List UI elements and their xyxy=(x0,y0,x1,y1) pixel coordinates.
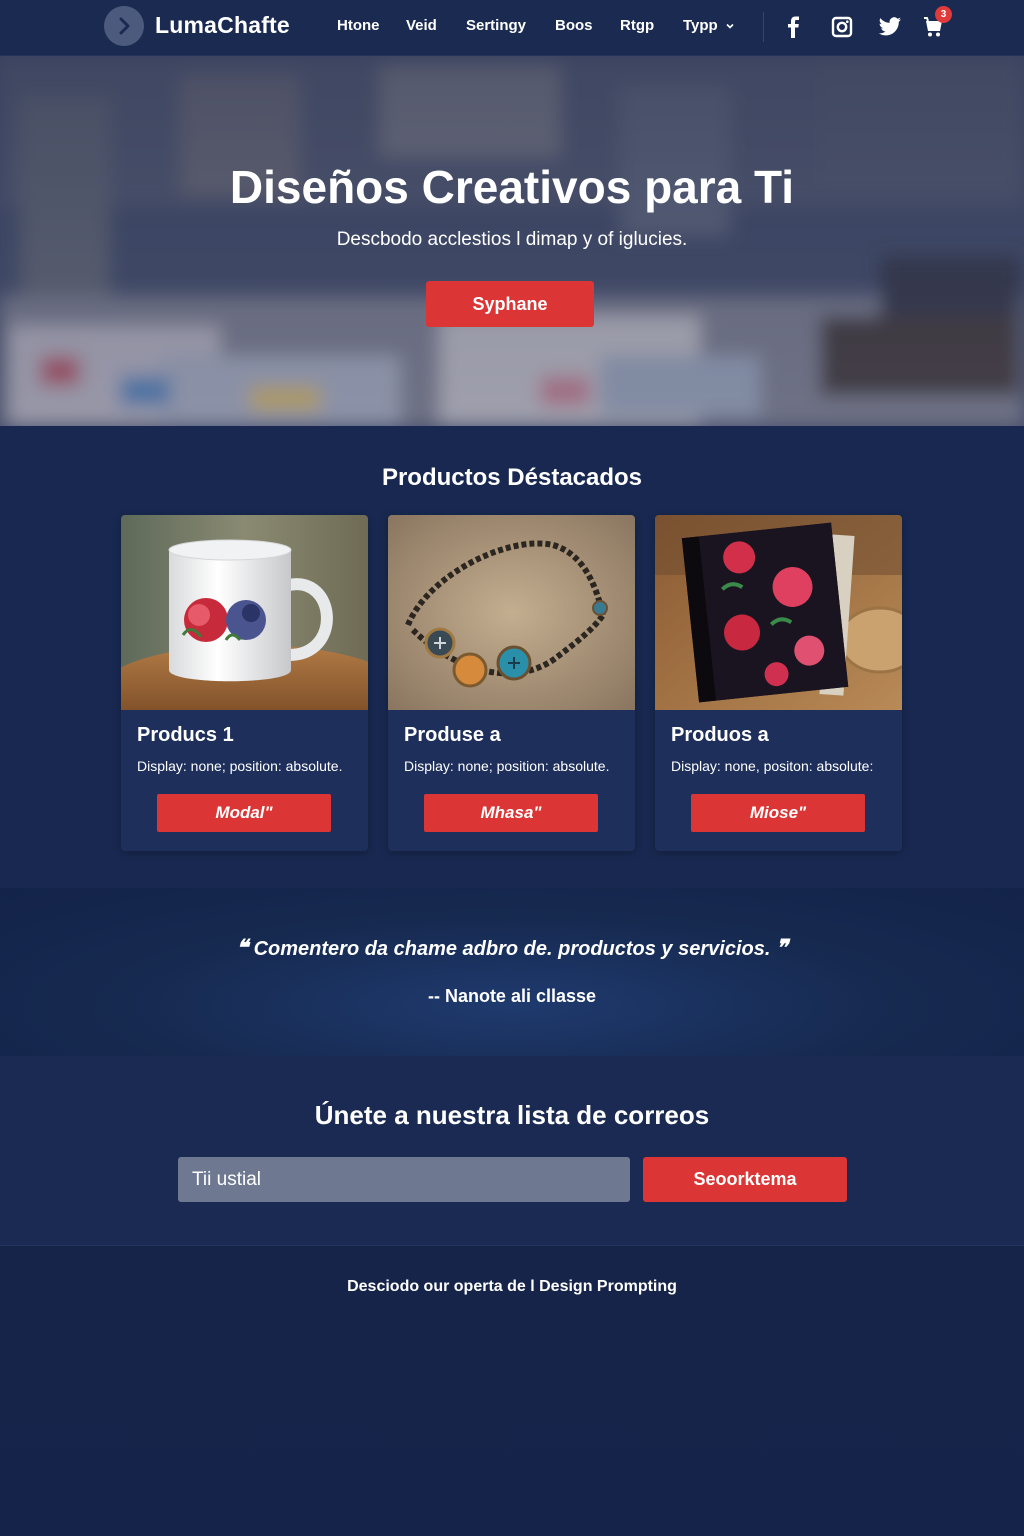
product-description: Display: none; position: absolute. xyxy=(137,758,343,774)
testimonial-section: ❝ Comentero da chame adbro de. productos… xyxy=(0,888,1024,1056)
open-quote-icon: ❝ xyxy=(236,935,249,961)
product-button[interactable]: Mhasa" xyxy=(424,794,598,832)
product-title: Producs 1 xyxy=(137,724,234,746)
product-title: Produse a xyxy=(404,724,501,746)
instagram-icon[interactable] xyxy=(829,14,855,40)
subscribe-button[interactable]: Seoorktema xyxy=(643,1157,847,1202)
testimonial-text: Comentero da chame adbro de. productos y… xyxy=(253,938,771,960)
product-image-necklace xyxy=(388,515,635,710)
testimonial-author: -- Nanote ali cllasse xyxy=(427,986,597,1006)
hero-subtitle: Descbodo acclestios l dimap y of iglucie… xyxy=(336,229,688,250)
nav-item-5[interactable]: Rtgp xyxy=(620,17,654,34)
newsletter-heading: Únete a nuestra lista de correos xyxy=(314,1100,710,1130)
nav-divider xyxy=(763,12,764,42)
product-title: Produos a xyxy=(671,724,769,746)
nav-item-dropdown-label: Typp xyxy=(683,17,718,34)
footer-text: Desciodo our operta de l Design Promptin… xyxy=(347,1278,677,1295)
chevron-down-icon xyxy=(726,23,734,29)
newsletter-section: Únete a nuestra lista de correos Seoorkt… xyxy=(0,1056,1024,1246)
products-heading: Productos Déstacados xyxy=(381,464,643,491)
close-quote-icon: ❞ xyxy=(775,935,788,961)
hero-cta-button[interactable]: Syphane xyxy=(426,281,594,327)
product-description: Display: none; position: absolute. xyxy=(404,758,610,774)
twitter-icon[interactable] xyxy=(877,14,903,40)
product-card[interactable]: Produos a Display: none, positon: absolu… xyxy=(655,515,902,851)
nav-item-home[interactable]: Htone xyxy=(337,17,380,34)
email-input[interactable] xyxy=(178,1157,630,1202)
hero-section: Diseños Creativos para Ti Descbodo accle… xyxy=(0,56,1024,426)
brand-name[interactable]: LumaChafte xyxy=(155,12,290,39)
top-navbar: LumaChafte Htone Veid Sertingy Boos Rtgp… xyxy=(0,0,1024,56)
logo-chevron-icon[interactable] xyxy=(104,6,144,46)
cart-count-badge: 3 xyxy=(935,6,952,23)
product-button[interactable]: Miose" xyxy=(691,794,865,832)
nav-item-dropdown[interactable]: Typp xyxy=(683,17,735,34)
product-card[interactable]: Produse a Display: none; position: absol… xyxy=(388,515,635,851)
product-button[interactable]: Modal" xyxy=(157,794,331,832)
product-description: Display: none, positon: absolute: xyxy=(671,758,874,774)
featured-products-section: Productos Déstacados Producs 1 Display: … xyxy=(0,426,1024,888)
nav-item-4[interactable]: Boos xyxy=(555,17,593,34)
nav-item-2[interactable]: Veid xyxy=(406,17,437,34)
facebook-icon[interactable] xyxy=(781,14,807,40)
footer: Desciodo our operta de l Design Promptin… xyxy=(0,1246,1024,1536)
nav-item-3[interactable]: Sertingy xyxy=(466,17,526,34)
product-card[interactable]: Producs 1 Display: none; position: absol… xyxy=(121,515,368,851)
testimonial-quote: ❝ Comentero da chame adbro de. productos… xyxy=(0,935,1024,961)
product-image-notebook xyxy=(655,515,902,710)
hero-title: Diseños Creativos para Ti xyxy=(229,161,795,213)
product-image-mug xyxy=(121,515,368,710)
